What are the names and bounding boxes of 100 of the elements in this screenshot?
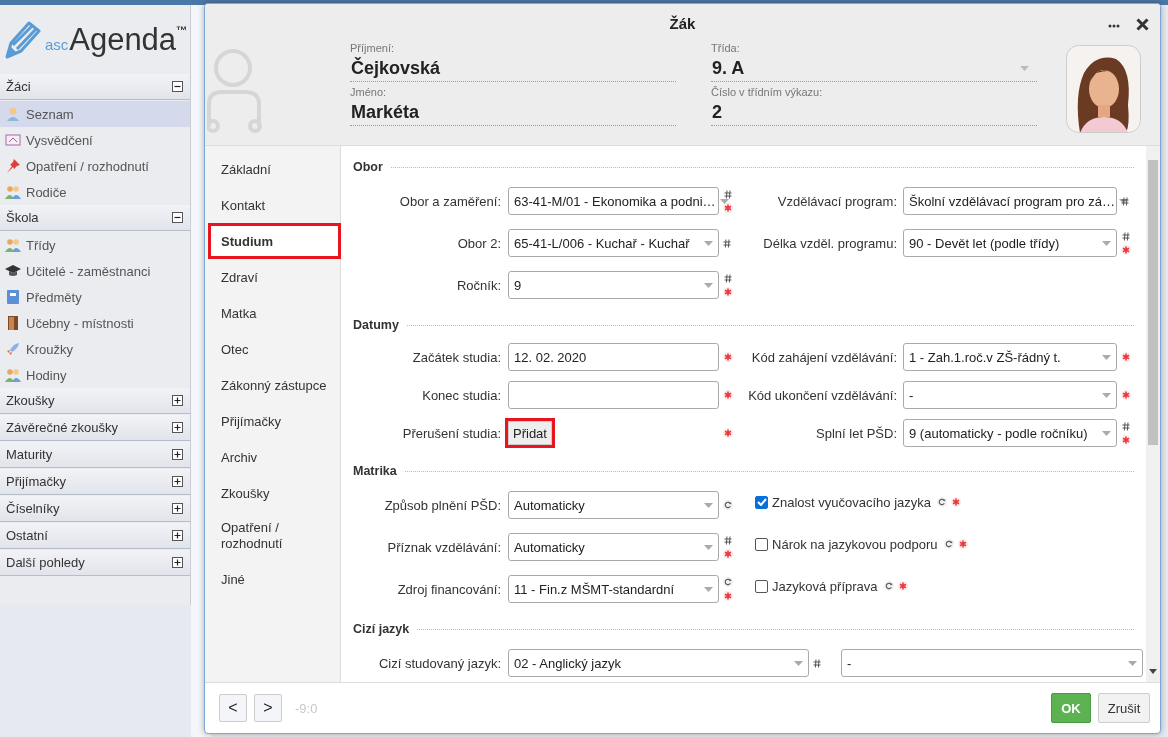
sidebar-item[interactable]: Kroužky [0, 336, 190, 362]
select-field[interactable]: 02 - Anglický jazyk [508, 649, 809, 677]
tab[interactable]: Jiné [205, 561, 340, 597]
refresh-icon[interactable] [883, 581, 894, 591]
expand-icon[interactable] [172, 476, 183, 487]
checkbox[interactable] [755, 579, 768, 593]
certificate-icon [5, 132, 21, 148]
caret-icon [1102, 354, 1111, 360]
expand-icon[interactable] [172, 530, 183, 541]
sidebar-item[interactable]: Vysvědčení [0, 127, 190, 153]
sidebar-group-header[interactable]: Další pohledy [0, 550, 190, 576]
book-icon [5, 289, 21, 305]
header-field[interactable]: 2 [711, 99, 1037, 126]
select-field[interactable]: 65-41-L/006 - Kuchař - Kuchař [508, 229, 719, 257]
tab[interactable]: Přijímačky [205, 403, 340, 439]
tab[interactable]: Otec [205, 331, 340, 367]
field-label: Konec studia: [421, 387, 501, 403]
select-field[interactable]: Automaticky [508, 491, 719, 519]
header-field[interactable]: Čejkovská [350, 55, 676, 82]
tab[interactable]: Studium [208, 223, 341, 259]
collapse-icon[interactable] [172, 81, 183, 92]
caret-icon [704, 502, 713, 508]
sidebar-group-header[interactable]: Škola [0, 205, 190, 231]
caret-icon [1118, 198, 1128, 204]
field-label: Délka vzděl. programu: [762, 235, 897, 251]
sidebar-item[interactable]: Hodiny [0, 362, 190, 388]
scroll-down-icon[interactable] [1149, 669, 1157, 674]
cancel-button[interactable]: Zrušit [1098, 693, 1150, 723]
pin-icon [5, 158, 21, 174]
previous-button[interactable]: < [219, 694, 247, 722]
input-field[interactable] [508, 381, 719, 409]
select-field[interactable]: 1 - Zah.1.roč.v ZŠ-řádný t. [903, 343, 1117, 371]
add-button[interactable]: Přidat [508, 421, 552, 445]
select-field[interactable]: - [841, 649, 1143, 677]
expand-icon[interactable] [172, 395, 183, 406]
field-label: Začátek studia: [411, 349, 501, 365]
checkbox[interactable] [755, 495, 768, 509]
graduation-cap-icon [5, 263, 21, 279]
section-title: Obor [353, 160, 383, 174]
people-icon [5, 237, 21, 253]
refresh-icon[interactable] [723, 577, 733, 587]
select-field[interactable]: 11 - Fin.z MŠMT-standardní [508, 575, 719, 603]
app-logo: ascAgenda$^{™}$ [44, 21, 188, 58]
select-field[interactable]: 90 - Devět let (podle třídy) [903, 229, 1117, 257]
checkbox-label: Znalost vyučovacího jazyka [772, 494, 931, 510]
refresh-icon[interactable] [723, 500, 733, 510]
field-label: Kód ukončení vzdělávání: [747, 387, 897, 403]
tab[interactable]: Matka [205, 295, 340, 331]
people-icon [5, 184, 21, 200]
sidebar-group-header[interactable]: Ostatní [0, 523, 190, 549]
tab[interactable]: Základní [205, 151, 340, 187]
caret-icon [704, 544, 713, 550]
tab[interactable]: Zdraví [205, 259, 340, 295]
next-button[interactable]: > [254, 694, 282, 722]
collapse-icon[interactable] [172, 212, 183, 223]
tab[interactable]: Kontakt [205, 187, 340, 223]
field-label: Jméno: [350, 86, 388, 99]
expand-icon[interactable] [172, 449, 183, 460]
sidebar-item[interactable]: Učitelé - zaměstnanci [0, 258, 190, 284]
field-label: Příznak vzdělávání: [386, 539, 501, 555]
sidebar-group-header[interactable]: Žáci [0, 74, 190, 100]
expand-icon[interactable] [172, 422, 183, 433]
select-field[interactable]: - [903, 381, 1117, 409]
tab[interactable]: Zkoušky [205, 475, 340, 511]
refresh-icon[interactable] [937, 497, 947, 507]
sidebar-group-header[interactable]: Číselníky [0, 496, 190, 522]
refresh-icon[interactable] [943, 539, 954, 549]
checkbox[interactable] [755, 537, 768, 551]
sidebar-item[interactable]: Opatření / rozhodnutí [0, 153, 190, 179]
input-field[interactable]: 12. 02. 2020 [508, 343, 719, 371]
tab[interactable]: Zákonný zástupce [205, 367, 340, 403]
sidebar-group-header[interactable]: Zkoušky [0, 388, 190, 414]
header-field[interactable]: Markéta [350, 99, 676, 126]
field-label: Způsob plnění PŠD: [383, 497, 501, 513]
sidebar-item[interactable]: Třídy [0, 232, 190, 258]
more-icon[interactable] [1108, 24, 1120, 28]
sidebar-item[interactable]: Učebny - místnosti [0, 310, 190, 336]
tab[interactable]: Opatření / rozhodnutí [205, 511, 340, 561]
close-icon[interactable] [1136, 18, 1149, 31]
field-label: Kód zahájení vzdělávání: [750, 349, 897, 365]
sidebar-item[interactable]: Rodiče [0, 179, 190, 205]
field-label: Číslo v třídním výkazu: [711, 86, 824, 99]
expand-icon[interactable] [172, 503, 183, 514]
scrollbar[interactable] [1146, 146, 1160, 682]
sidebar-group-header[interactable]: Maturity [0, 442, 190, 468]
section-title: Cizí jazyk [353, 622, 410, 636]
sidebar-item[interactable]: Seznam [0, 101, 190, 127]
sidebar-item[interactable]: Předměty [0, 284, 190, 310]
tab[interactable]: Archiv [205, 439, 340, 475]
select-field[interactable]: 9 [508, 271, 719, 299]
section-title: Matrika [353, 464, 397, 478]
caret-icon [719, 198, 729, 204]
select-field[interactable]: Automaticky [508, 533, 719, 561]
select-field[interactable]: 9 (automaticky - podle ročníku) [903, 419, 1117, 447]
field-label: Zdroj financování: [396, 581, 501, 597]
header-field[interactable]: 9. A [711, 55, 1037, 82]
expand-icon[interactable] [172, 557, 183, 568]
sidebar-group-header[interactable]: Přijímačky [0, 469, 190, 495]
sidebar-group-header[interactable]: Závěrečné zkoušky [0, 415, 190, 441]
caret-icon [1102, 430, 1111, 436]
